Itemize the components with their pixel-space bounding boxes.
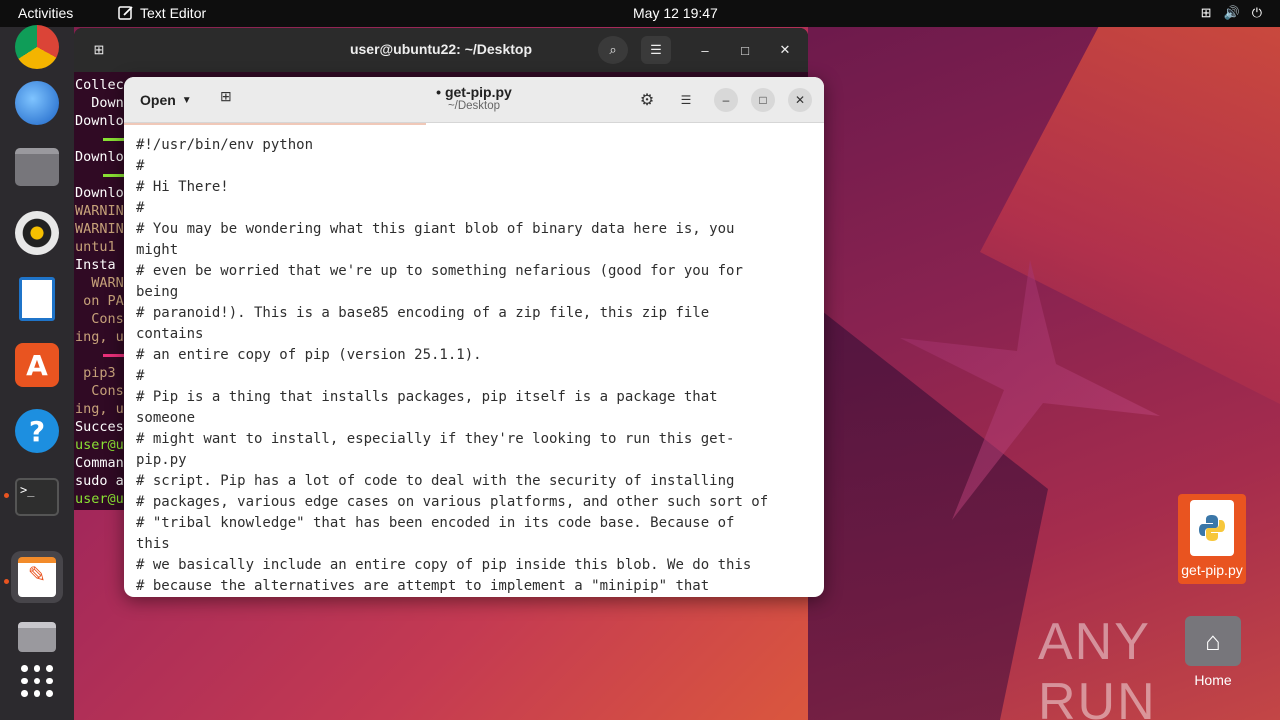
files-icon [15,148,59,186]
progress-bar [103,174,125,177]
help-icon: ? [15,409,59,453]
chrome-icon [15,25,59,69]
hamburger-icon: ☰ [680,93,692,107]
close-button[interactable]: ✕ [770,36,800,64]
close-icon: ✕ [794,93,806,107]
writer-icon [19,277,55,321]
search-icon: ⌕ [609,42,617,57]
hamburger-icon: ☰ [650,42,662,57]
minimize-button[interactable]: – [714,88,738,112]
close-button[interactable]: ✕ [788,88,812,112]
terminal-icon: >_ [15,478,59,516]
running-indicator [4,579,9,584]
dock-thunderbird[interactable] [11,77,63,129]
dock-writer[interactable] [11,273,63,325]
maximize-icon: □ [759,93,767,107]
text-editor-icon [118,6,133,20]
clock[interactable]: May 12 19:47 [633,5,718,21]
progress-bar [103,354,125,357]
gear-icon: ⚙ [639,92,655,109]
code-text-area[interactable]: #!/usr/bin/env python # # Hi There! # # … [124,123,824,597]
system-tray[interactable]: ⊞ 🔊 ⏻ [1201,5,1262,21]
activities-button[interactable]: Activities [18,5,73,21]
trash-icon [18,622,56,652]
power-icon: ⏻ [1251,5,1262,20]
progress-bar [103,138,125,141]
desktop-file-get-pip[interactable]: get-pip.py [1176,494,1248,584]
file-label: get-pip.py [1181,562,1243,578]
close-icon: ✕ [779,42,791,57]
watermark-logo: ANY RUN [1038,613,1157,720]
progress-accent [124,123,426,125]
terminal-titlebar[interactable]: ⊞ user@ubuntu22: ~/Desktop ⌕ ☰ – □ ✕ [74,28,808,72]
editor-headerbar[interactable]: Open ▼ ⊞ • get-pip.py ~/Desktop ⚙ ☰ – □ … [124,77,824,123]
minimize-button[interactable]: – [690,36,720,64]
app-name: Text Editor [140,5,207,21]
volume-icon: 🔊 [1223,5,1240,20]
network-icon: ⊞ [1200,5,1212,20]
app-menu[interactable]: Text Editor [118,5,206,21]
settings-button[interactable]: ⚙ [635,88,659,112]
minimize-icon: – [701,42,709,58]
dock-help[interactable]: ? [11,405,63,457]
dock-app-center[interactable]: A [11,339,63,391]
search-button[interactable]: ⌕ [598,36,628,64]
minimize-icon: – [722,93,730,107]
dock: A ? >_ ✎ [0,25,74,720]
dock-chrome[interactable] [11,21,63,73]
dock-files[interactable] [11,141,63,193]
main-menu-button[interactable]: ☰ [674,88,698,112]
maximize-icon: □ [741,42,749,58]
app-grid-icon [21,665,53,697]
rhythmbox-icon [15,211,59,255]
dock-terminal[interactable]: >_ [11,471,63,523]
maximize-button[interactable]: □ [751,88,775,112]
running-indicator [4,493,9,498]
text-editor-window[interactable]: Open ▼ ⊞ • get-pip.py ~/Desktop ⚙ ☰ – □ … [124,77,824,597]
maximize-button[interactable]: □ [730,36,760,64]
menu-button[interactable]: ☰ [641,36,671,64]
file-selection-highlight: get-pip.py [1178,494,1246,584]
python-file-icon [1190,500,1234,556]
text-editor-icon: ✎ [18,557,56,597]
dock-text-editor[interactable]: ✎ [11,551,63,603]
app-center-icon: A [15,343,59,387]
top-bar: Activities Text Editor May 12 19:47 ⊞ 🔊 … [0,0,1280,27]
thunderbird-icon [15,81,59,125]
show-apps-button[interactable] [11,655,63,707]
dock-rhythmbox[interactable] [11,207,63,259]
